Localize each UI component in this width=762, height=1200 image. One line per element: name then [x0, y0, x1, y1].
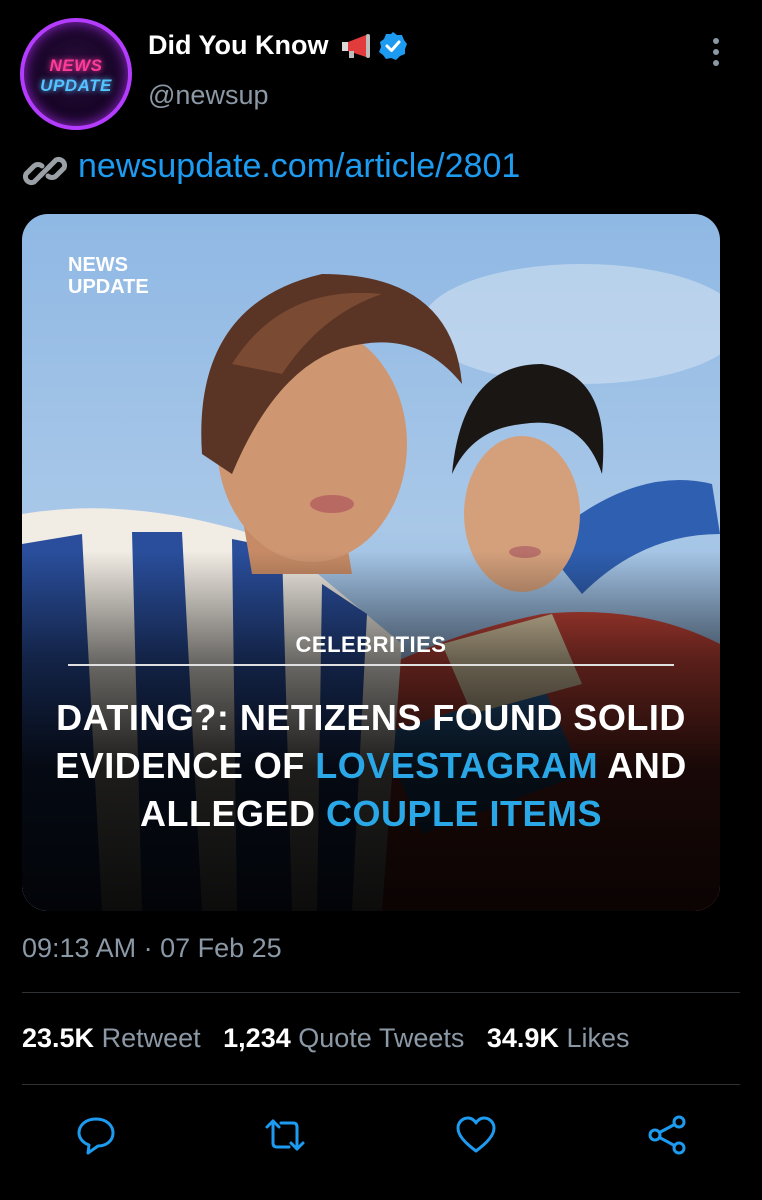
avatar-logo-line2: UPDATE — [40, 76, 112, 95]
retweets-count: 23.5K — [22, 1023, 95, 1053]
likes-stat[interactable]: 34.9K Likes — [487, 1023, 630, 1053]
retweets-label: Retweet — [101, 1023, 201, 1053]
tweet-timestamp[interactable]: 09:13 AM · 07 Feb 25 — [22, 933, 282, 964]
link-icon — [22, 156, 68, 186]
headline-highlight-2: COUPLE ITEMS — [326, 793, 603, 834]
likes-label: Likes — [566, 1023, 630, 1053]
megaphone-icon — [342, 34, 370, 58]
retweets-stat[interactable]: 23.5K Retweet — [22, 1023, 201, 1053]
avatar[interactable]: NEWS UPDATE — [20, 18, 132, 130]
likes-count: 34.9K — [486, 1023, 559, 1053]
article-link[interactable]: newsupdate.com/article/2801 — [78, 147, 520, 186]
article-card-image[interactable]: NEWS UPDATE CELEBRITIES DATING?: NETIZEN… — [22, 214, 720, 911]
reply-button[interactable] — [74, 1113, 118, 1157]
retweet-icon — [265, 1119, 305, 1151]
share-button[interactable] — [645, 1113, 689, 1157]
card-watermark: NEWS UPDATE — [68, 254, 149, 298]
card-watermark-line1: NEWS — [68, 254, 128, 276]
reply-icon — [77, 1117, 115, 1155]
share-icon — [648, 1115, 686, 1155]
divider-bottom — [22, 1084, 740, 1085]
engagement-stats: 23.5K Retweet 1,234 Quote Tweets 34.9K L… — [22, 1023, 629, 1054]
quotes-label: Quote Tweets — [298, 1023, 465, 1053]
user-handle[interactable]: @newsup — [148, 80, 268, 111]
divider-top — [22, 992, 740, 993]
card-watermark-line2: UPDATE — [68, 276, 149, 298]
like-button[interactable] — [454, 1113, 498, 1157]
card-divider — [68, 664, 674, 666]
more-options-icon[interactable] — [708, 38, 724, 70]
avatar-logo-line1: NEWS — [49, 56, 103, 75]
card-category: CELEBRITIES — [295, 632, 447, 657]
retweet-button[interactable] — [263, 1113, 307, 1157]
like-icon — [456, 1116, 496, 1153]
headline-highlight-1: LOVESTAGRAM — [315, 745, 599, 786]
card-headline: DATING?: NETIZENS FOUND SOLID EVIDENCE O… — [52, 694, 690, 838]
verified-badge-icon — [379, 32, 407, 60]
display-name[interactable]: Did You Know — [148, 30, 328, 61]
quotes-count: 1,234 — [223, 1023, 291, 1053]
quotes-stat[interactable]: 1,234 Quote Tweets — [223, 1023, 464, 1053]
